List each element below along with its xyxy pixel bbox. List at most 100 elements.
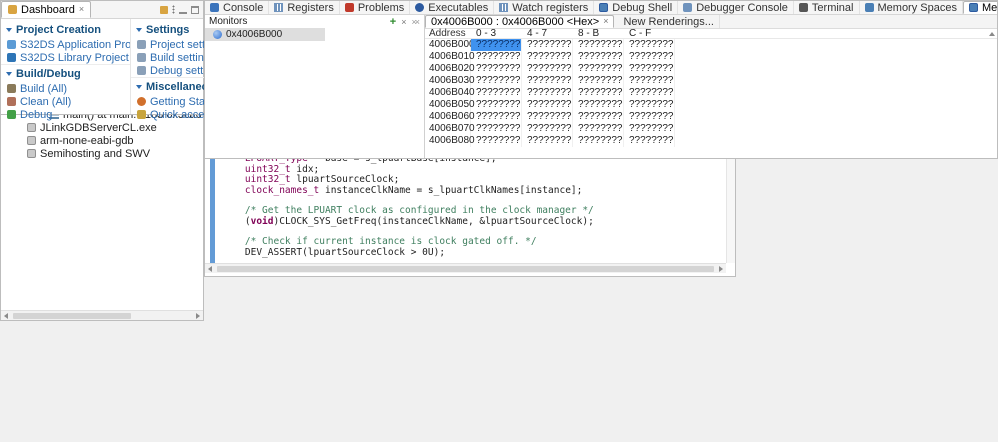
memory-cell[interactable]: ????????	[573, 87, 624, 99]
memory-cell[interactable]: ????????	[471, 87, 522, 99]
close-icon[interactable]: ×	[603, 17, 608, 26]
memory-cell[interactable]: ????????	[624, 75, 675, 87]
memory-cell[interactable]: ????????	[522, 75, 573, 87]
remove-monitor-icon[interactable]: ×	[401, 17, 406, 27]
scrollbar-thumb[interactable]	[217, 265, 714, 272]
memory-cell[interactable]: ????????	[573, 99, 624, 111]
view-menu-icon[interactable]	[172, 5, 175, 14]
bottom-view-tab-watch-registers-4[interactable]: Watch registers	[494, 1, 595, 14]
memory-monitors-pane: Monitors + × ×× 0x4006B000	[205, 15, 425, 158]
memory-cell[interactable]: ????????	[471, 51, 522, 63]
memory-cell[interactable]: ????????	[624, 99, 675, 111]
dashboard-action-s32ds-library-project[interactable]: S32DS Library Project	[1, 51, 130, 64]
code-text: uint32_t	[244, 174, 291, 186]
memory-row-4006B050[interactable]: 4006B050????????????????????????????????	[425, 99, 997, 111]
monitor-item-0x4006b000[interactable]: 0x4006B000	[205, 28, 325, 41]
memory-row-4006B000[interactable]: 4006B000????????????????????????????????	[425, 39, 997, 51]
debug-tree-item-9[interactable]: Semihosting and SWV	[1, 147, 203, 160]
memory-icon	[968, 3, 978, 12]
console-icon	[210, 3, 219, 12]
memory-cell[interactable]: ????????	[624, 39, 675, 51]
bottom-view-tab-console-0[interactable]: Console	[205, 1, 270, 14]
memory-cell[interactable]: ????????	[471, 63, 522, 75]
scroll-right-icon[interactable]	[193, 312, 203, 319]
collapse-icon[interactable]	[136, 85, 142, 89]
memory-cell[interactable]: ????????	[573, 63, 624, 75]
dashboard-action-s32ds-application-project[interactable]: S32DS Application Project	[1, 38, 130, 51]
memory-cell[interactable]: ????????	[522, 39, 573, 51]
memory-cell[interactable]: ????????	[624, 135, 675, 147]
code-line-23[interactable]: DEV_ASSERT(lpuartSourceClock > 0U);	[222, 247, 735, 258]
dashboard-action-debug[interactable]: Debug	[1, 108, 130, 121]
memory-cell[interactable]: ????????	[522, 63, 573, 75]
debug-tree-item-8[interactable]: arm-none-eabi-gdb	[1, 134, 203, 147]
memory-row-4006B020[interactable]: 4006B020????????????????????????????????	[425, 63, 997, 75]
memory-cell[interactable]: ????????	[522, 135, 573, 147]
bottom-view-tab-executables-3[interactable]: Executables	[410, 1, 495, 14]
dashboard-action-clean-all[interactable]: Clean (All)	[1, 95, 130, 108]
debug-horizontal-scrollbar[interactable]	[1, 310, 203, 320]
remove-all-monitors-icon[interactable]: ××	[411, 17, 419, 27]
bottom-view-tab-problems-2[interactable]: Problems	[340, 1, 411, 14]
rendering-tab-new-renderings-1[interactable]: New Renderings...	[614, 15, 720, 28]
rendering-tab-0x4006b000-0x4006b000-hex-0[interactable]: 0x4006B000 : 0x4006B000 <Hex> ×	[425, 15, 615, 28]
scroll-up-icon[interactable]	[989, 31, 995, 39]
collapse-icon[interactable]	[136, 28, 142, 32]
minimize-icon[interactable]	[179, 6, 187, 14]
code-line-17[interactable]: clock_names_t instanceClkName = s_lpuart…	[222, 185, 735, 196]
memory-cell[interactable]: ????????	[522, 111, 573, 123]
memory-cell[interactable]: ????????	[573, 123, 624, 135]
bottom-view-tab-memory-9[interactable]: Memory×	[962, 1, 997, 14]
bottom-view-tab-terminal-7[interactable]: Terminal	[794, 1, 860, 14]
memory-cell[interactable]: ????????	[522, 87, 573, 99]
bottom-view-tab-debugger-console-6[interactable]: Debugger Console	[678, 1, 794, 14]
scroll-left-icon[interactable]	[205, 265, 215, 272]
memory-cell[interactable]: ????????	[573, 135, 624, 147]
memory-cell[interactable]: ????????	[624, 111, 675, 123]
memory-cell[interactable]: ????????	[573, 75, 624, 87]
memory-cell[interactable]: ????????	[522, 51, 573, 63]
memory-row-4006B080[interactable]: 4006B080????????????????????????????????	[425, 135, 997, 147]
dashboard-action-build-all[interactable]: Build (All)	[1, 82, 130, 95]
memory-cell[interactable]: ????????	[522, 99, 573, 111]
memory-cell[interactable]: ????????	[471, 111, 522, 123]
memory-row-4006B030[interactable]: 4006B030????????????????????????????????	[425, 75, 997, 87]
dashboard-tab[interactable]: Dashboard ×	[1, 1, 92, 18]
editor-horizontal-scrollbar[interactable]	[205, 263, 726, 273]
memory-cell[interactable]: ????????	[573, 51, 624, 63]
scroll-left-icon[interactable]	[1, 312, 11, 319]
lib-project-icon	[7, 53, 16, 62]
collapse-icon[interactable]	[6, 72, 12, 76]
section-title-label: Build/Debug	[16, 68, 81, 80]
scroll-right-icon[interactable]	[716, 265, 726, 272]
scrollbar-thumb[interactable]	[13, 312, 131, 319]
memory-cell[interactable]: ????????	[471, 75, 522, 87]
memory-cell[interactable]: ????????	[471, 135, 522, 147]
add-monitor-icon[interactable]: +	[390, 16, 396, 27]
memory-cell[interactable]: ????????	[624, 51, 675, 63]
open-perspective-icon[interactable]	[160, 5, 168, 14]
memory-cell[interactable]: ????????	[471, 123, 522, 135]
collapse-icon[interactable]	[6, 28, 12, 32]
debug-tree-item-7[interactable]: JLinkGDBServerCL.exe	[1, 121, 203, 134]
bottom-view-tab-debug-shell-5[interactable]: Debug Shell	[594, 1, 679, 14]
bottom-view-tab-registers-1[interactable]: Registers	[269, 1, 340, 14]
memory-cell[interactable]: ????????	[624, 63, 675, 75]
memory-cell[interactable]: ????????	[471, 39, 522, 51]
memory-cell[interactable]: ????????	[624, 123, 675, 135]
memory-cell[interactable]: ????????	[522, 123, 573, 135]
memory-row-4006B070[interactable]: 4006B070????????????????????????????????	[425, 123, 997, 135]
dashboard-section-build-debug: Build/Debug Build (All) Clean (All) Debug	[1, 64, 130, 121]
memory-cell[interactable]: ????????	[624, 87, 675, 99]
code-text: /* Get the LPUART clock as configured in…	[222, 205, 594, 217]
bottom-view-tab-memory-spaces-8[interactable]: Memory Spaces	[860, 1, 963, 14]
memory-row-4006B010[interactable]: 4006B010????????????????????????????????	[425, 51, 997, 63]
code-line-20[interactable]: (void)CLOCK_SYS_GetFreq(instanceClkName,…	[222, 216, 735, 227]
memory-cell[interactable]: ????????	[573, 111, 624, 123]
close-icon[interactable]: ×	[79, 5, 84, 14]
memory-row-4006B060[interactable]: 4006B060????????????????????????????????	[425, 111, 997, 123]
memory-cell[interactable]: ????????	[471, 99, 522, 111]
memory-cell[interactable]: ????????	[573, 39, 624, 51]
maximize-icon[interactable]	[191, 5, 199, 14]
memory-row-4006B040[interactable]: 4006B040????????????????????????????????	[425, 87, 997, 99]
